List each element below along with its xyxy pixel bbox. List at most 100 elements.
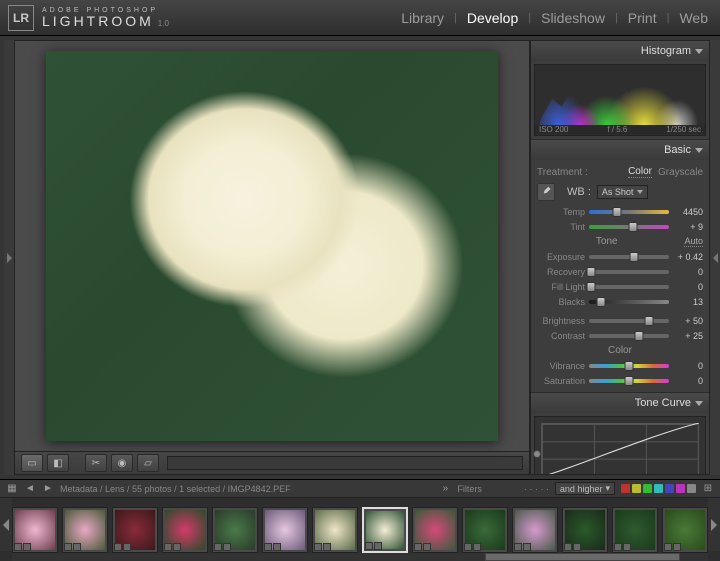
filmstrip-thumb[interactable] [512,507,558,553]
thumb-badges [114,543,156,551]
app-header: LR ADOBE PHOTOSHOP LIGHTROOM 1.0 Library… [0,0,720,36]
histogram-section: Histogram ISO 200 f / 5.6 1/250 sec [531,41,709,140]
saturation-slider[interactable] [589,379,669,383]
wb-preset-select[interactable]: As Shot [597,185,649,199]
tonecurve-canvas[interactable] [534,416,706,475]
exposure-value[interactable]: + 0.42 [673,252,703,262]
exposure-slider[interactable] [589,255,669,259]
filmstrip-thumb[interactable] [562,507,608,553]
module-library[interactable]: Library [397,8,448,28]
brightness-value[interactable]: + 50 [673,316,703,326]
color-label-dot[interactable] [687,484,696,493]
treatment-color[interactable]: Color [628,166,652,178]
filmstrip-thumb[interactable] [12,507,58,553]
slider-thumb[interactable] [625,376,634,386]
slider-thumb[interactable] [613,207,622,217]
slider-thumb[interactable] [634,331,643,341]
basic-header[interactable]: Basic [531,140,709,160]
scrollbar-handle[interactable] [485,553,680,561]
chevron-down-icon [695,401,703,406]
filmstrip-thumb[interactable] [212,507,258,553]
module-print[interactable]: Print [624,8,661,28]
filmstrip-thumb[interactable] [612,507,658,553]
branding: ADOBE PHOTOSHOP LIGHTROOM 1.0 [42,7,169,28]
filmstrip-thumb[interactable] [412,507,458,553]
filmstrip-thumb[interactable] [662,507,708,553]
histogram-canvas[interactable]: ISO 200 f / 5.6 1/250 sec [534,64,706,136]
filmstrip-thumb[interactable] [162,507,208,553]
preview-canvas[interactable] [15,41,529,451]
color-label-dot[interactable] [643,484,652,493]
before-after-button[interactable]: ◧ [47,454,69,472]
nav-fwd-button[interactable]: ► [42,483,54,495]
color-label-dot[interactable] [676,484,685,493]
filmstrip-scrollbar[interactable] [12,553,708,561]
module-web[interactable]: Web [675,8,712,28]
color-label-dot[interactable] [632,484,641,493]
thumb-badges [214,543,256,551]
treatment-grayscale[interactable]: Grayscale [658,167,703,178]
filmstrip-thumb[interactable] [112,507,158,553]
blacks-value[interactable]: 13 [673,297,703,307]
toolbar-slider[interactable] [167,456,523,470]
redeye-tool-button[interactable]: ▱ [137,454,159,472]
filllight-value[interactable]: 0 [673,282,703,292]
right-panel-toggle[interactable] [710,40,720,475]
saturation-value[interactable]: 0 [673,376,703,386]
thumb-badges [264,543,306,551]
wb-label: WB : [567,186,591,198]
second-window-button[interactable]: ▦ [6,483,18,495]
color-label-dot[interactable] [621,484,630,493]
filmstrip-scroll-right[interactable] [708,498,720,551]
recovery-slider[interactable] [589,270,669,274]
rating-filter-select[interactable]: and higher▾ [555,482,615,495]
contrast-slider[interactable] [589,334,669,338]
module-develop[interactable]: Develop [463,8,522,28]
filmstrip-thumb[interactable] [312,507,358,553]
wb-eyedropper-button[interactable] [537,183,555,201]
tonecurve-header[interactable]: Tone Curve [531,393,709,413]
temp-value[interactable]: 4450 [673,207,703,217]
slider-thumb[interactable] [645,316,654,326]
tonecurve-section: Tone Curve [531,393,709,475]
contrast-value[interactable]: + 25 [673,331,703,341]
develop-panel: Histogram ISO 200 f / 5.6 1/250 sec Basi… [530,40,710,475]
blacks-slider[interactable] [589,300,669,304]
tint-value[interactable]: + 9 [673,222,703,232]
brightness-slider[interactable] [589,319,669,323]
left-panel-toggle[interactable] [4,40,14,475]
slider-thumb[interactable] [625,361,634,371]
slider-thumb[interactable] [629,222,638,232]
slider-thumb[interactable] [597,297,606,307]
filllight-slider[interactable] [589,285,669,289]
chevron-right-icon [7,253,12,263]
histogram-header[interactable]: Histogram [531,41,709,61]
filmstrip-thumb[interactable] [62,507,108,553]
filmstrip-thumb[interactable] [362,507,408,553]
nav-back-button[interactable]: ◄ [24,483,36,495]
filmstrip-thumb[interactable] [462,507,508,553]
crop-tool-button[interactable]: ✂ [85,454,107,472]
loupe-view-button[interactable]: ▭ [21,454,43,472]
filters-toggle-icon[interactable]: » [439,483,451,495]
recovery-value[interactable]: 0 [673,267,703,277]
module-slideshow[interactable]: Slideshow [537,8,609,28]
histogram-iso: ISO 200 [539,125,568,134]
tint-slider[interactable] [589,225,669,229]
slider-thumb[interactable] [586,267,595,277]
color-label-dot[interactable] [654,484,663,493]
slider-thumb[interactable] [629,252,638,262]
color-label-dot[interactable] [665,484,674,493]
vibrance-slider[interactable] [589,364,669,368]
vibrance-value[interactable]: 0 [673,361,703,371]
auto-tone-button[interactable]: Auto [684,236,703,247]
filmstrip-thumb[interactable] [262,507,308,553]
spot-tool-button[interactable]: ◉ [111,454,133,472]
slider-thumb[interactable] [586,282,595,292]
filter-lock-button[interactable]: ⊞ [702,483,714,495]
filmstrip-scroll-left[interactable] [0,498,12,551]
tonecurve-target-button[interactable] [533,450,541,458]
thumb-badges [614,543,656,551]
temp-slider[interactable] [589,210,669,214]
filmstrip-path[interactable]: Metadata / Lens / 55 photos / 1 selected… [60,484,433,494]
